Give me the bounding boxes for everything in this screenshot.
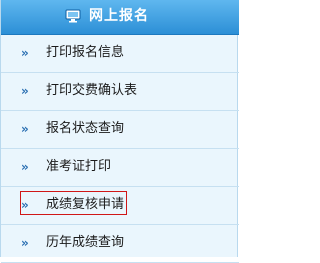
menu-item-label[interactable]: 准考证打印	[46, 158, 111, 176]
double-chevron-icon: »	[21, 198, 29, 212]
panel-header: 网上报名	[1, 0, 239, 35]
menu-item-label[interactable]: 打印交费确认表	[46, 82, 137, 100]
menu-list: » 打印报名信息 » 打印交费确认表 » 报名状态查询 » 准考证打印 » 成绩…	[1, 35, 239, 263]
monitor-icon	[65, 9, 81, 23]
menu-item-label[interactable]: 成绩复核申请	[46, 196, 124, 214]
menu-item-score-review-request[interactable]: » 成绩复核申请	[1, 187, 239, 225]
panel-title: 网上报名	[89, 8, 149, 24]
double-chevron-icon: »	[21, 160, 29, 174]
menu-item-print-payment-confirmation[interactable]: » 打印交费确认表	[1, 73, 239, 111]
online-registration-panel: 网上报名 » 打印报名信息 » 打印交费确认表 » 报名状态查询 » 准考证打印…	[0, 0, 239, 263]
menu-item-label[interactable]: 历年成绩查询	[46, 234, 124, 252]
menu-item-historical-scores[interactable]: » 历年成绩查询	[1, 225, 239, 263]
menu-item-label[interactable]: 打印报名信息	[46, 44, 124, 62]
double-chevron-icon: »	[21, 236, 29, 250]
menu-item-label[interactable]: 报名状态查询	[46, 120, 124, 138]
double-chevron-icon: »	[21, 122, 29, 136]
double-chevron-icon: »	[21, 84, 29, 98]
menu-item-registration-status[interactable]: » 报名状态查询	[1, 111, 239, 149]
menu-item-print-admission-ticket[interactable]: » 准考证打印	[1, 149, 239, 187]
double-chevron-icon: »	[21, 46, 29, 60]
menu-item-print-registration[interactable]: » 打印报名信息	[1, 35, 239, 73]
